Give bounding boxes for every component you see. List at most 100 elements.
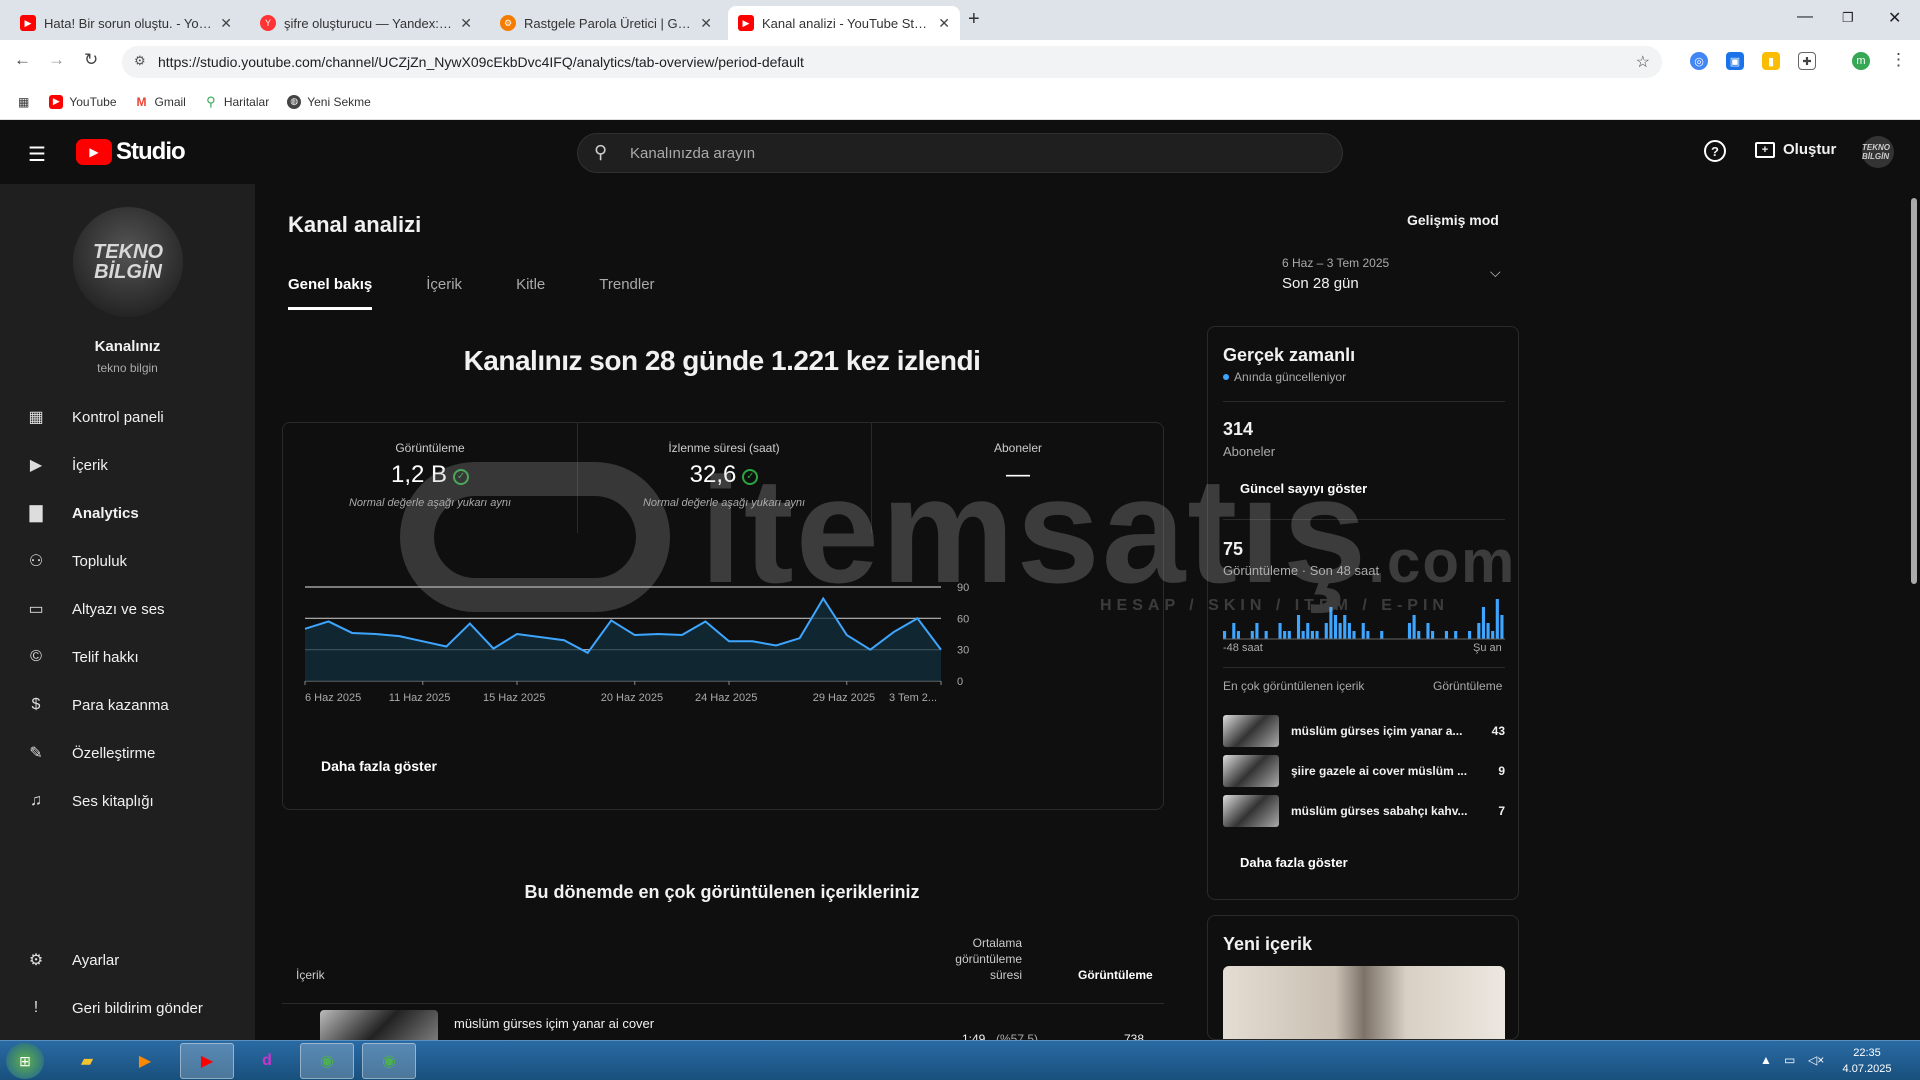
realtime-subscribers-label: Aboneler xyxy=(1223,444,1276,459)
sidebar-item-dashboard[interactable]: ▦ Kontrol paneli xyxy=(0,395,255,439)
sidebar-item-feedback[interactable]: ! Geri bildirim gönder xyxy=(0,986,255,1030)
metric-note: Normal değerle aşağı yukarı aynı xyxy=(348,497,512,509)
bookmark-youtube[interactable]: ▶ YouTube xyxy=(49,94,117,109)
menu-kebab-icon[interactable]: ⋮ xyxy=(1890,50,1907,70)
tab-trends[interactable]: Trendler xyxy=(599,276,654,310)
show-more-button[interactable]: Daha fazla göster xyxy=(321,758,437,774)
minimize-icon[interactable]: — xyxy=(1797,8,1813,26)
sidebar-item-settings[interactable]: ⚙ Ayarlar xyxy=(0,938,255,982)
realtime-views-label: Görüntüleme · Son 48 saat xyxy=(1223,563,1380,578)
realtime-bar xyxy=(1380,631,1384,639)
channel-avatar[interactable]: TEKNO BİLGİN xyxy=(73,207,183,317)
table-row[interactable]: 1 müslüm gürses içim yanar ai cover 1:49… xyxy=(282,1003,1164,1052)
site-settings-icon[interactable]: ⚙ xyxy=(134,53,146,69)
sidebar-item-customization[interactable]: ✎ Özelleştirme xyxy=(0,731,255,775)
y-tick-label: 0 xyxy=(957,676,963,688)
account-avatar[interactable]: TEKNO BİLGİN xyxy=(1862,136,1894,168)
tab-overview[interactable]: Genel bakış xyxy=(288,276,373,310)
bookmark-star-icon[interactable]: ☆ xyxy=(1636,52,1650,72)
start-button-icon[interactable]: ⊞ xyxy=(6,1043,44,1079)
sidebar-item-analytics[interactable]: ▇ Analytics xyxy=(0,491,255,535)
sidebar-item-community[interactable]: ⚇ Topluluk xyxy=(0,539,255,583)
profile-avatar[interactable]: m xyxy=(1852,52,1870,70)
new-content-thumbnail[interactable] xyxy=(1223,966,1505,1039)
restore-icon[interactable]: ❐ xyxy=(1842,10,1854,26)
sidebar-item-content[interactable]: ▶ İçerik xyxy=(0,443,255,487)
sidebar-item-monetization[interactable]: $ Para kazanma xyxy=(0,683,255,727)
studio-logo[interactable]: ▶ Studio xyxy=(76,138,186,166)
help-icon[interactable]: ? xyxy=(1704,140,1726,162)
dashboard-icon: ▦ xyxy=(28,409,44,426)
bookmark-new-tab[interactable]: ◍ Yeni Sekme xyxy=(287,94,371,109)
browser-tabstrip: ▶ Hata! Bir sorun oluştu. - YouTube ✕ Y … xyxy=(0,0,1920,40)
tab-content[interactable]: İçerik xyxy=(426,276,462,310)
yandex-icon: Y xyxy=(260,15,276,31)
list-item[interactable]: şiire gazele ai cover müslüm ... 9 xyxy=(1223,753,1505,789)
forward-icon[interactable]: → xyxy=(48,50,65,70)
sidebar-item-subtitles[interactable]: ▭ Altyazı ve ses xyxy=(0,587,255,631)
row-title[interactable]: müslüm gürses içim yanar ai cover xyxy=(454,1016,654,1031)
volume-muted-icon[interactable]: ◁× xyxy=(1808,1053,1824,1067)
create-button[interactable]: + Oluştur xyxy=(1755,141,1836,158)
video-thumbnail xyxy=(1223,755,1279,787)
chrome-icon[interactable]: ◉ xyxy=(362,1043,416,1079)
file-explorer-icon[interactable]: ▰ xyxy=(60,1043,114,1079)
network-icon[interactable]: ▭ xyxy=(1784,1053,1795,1067)
extension-icon[interactable]: ◎ xyxy=(1690,52,1708,70)
extension-icon[interactable]: ▮ xyxy=(1762,52,1780,70)
media-player-icon[interactable]: ▶ xyxy=(118,1043,172,1079)
apps-grid-icon[interactable]: ▦ xyxy=(18,95,29,109)
divider xyxy=(1223,401,1505,402)
top-content-header: En çok görüntülenen içerik xyxy=(1223,679,1365,693)
realtime-bar xyxy=(1343,615,1347,639)
back-icon[interactable]: ← xyxy=(14,50,31,70)
browser-tab-3[interactable]: ⚙ Rastgele Parola Üretici | Güçlü P ✕ xyxy=(490,6,722,40)
metric-subscribers[interactable]: Aboneler — xyxy=(871,423,1165,533)
extension-icon[interactable]: ▣ xyxy=(1726,52,1744,70)
close-window-icon[interactable]: ✕ xyxy=(1888,8,1901,28)
close-tab-icon[interactable]: ✕ xyxy=(700,15,712,32)
realtime-bar xyxy=(1306,623,1310,639)
sidebar-item-audio-library[interactable]: ♫ Ses kitaplığı xyxy=(0,779,255,823)
app-icon[interactable]: d xyxy=(240,1043,294,1079)
metric-watch-time[interactable]: İzlenme süresi (saat) 32,6 ✓ Normal değer… xyxy=(577,423,871,533)
browser-tab-4-active[interactable]: ▶ Kanal analizi - YouTube Studio ✕ xyxy=(728,6,960,40)
date-range-picker[interactable]: 6 Haz – 3 Tem 2025 Son 28 gün ⌵ xyxy=(1282,256,1501,292)
address-bar[interactable]: ⚙ https://studio.youtube.com/channel/UCZ… xyxy=(122,46,1662,78)
show-current-count-button[interactable]: Güncel sayıyı göster xyxy=(1240,481,1367,496)
bookmark-gmail[interactable]: M Gmail xyxy=(134,94,186,109)
reload-icon[interactable]: ↻ xyxy=(84,50,98,70)
sidebar-item-copyright[interactable]: © Telif hakkı xyxy=(0,635,255,679)
new-tab-icon[interactable]: + xyxy=(968,8,980,31)
advanced-mode-button[interactable]: Gelişmiş mod xyxy=(1407,212,1499,228)
system-clock[interactable]: 22:35 4.07.2025 xyxy=(1832,1045,1902,1077)
page-scrollbar[interactable] xyxy=(1908,190,1920,1040)
close-tab-icon[interactable]: ✕ xyxy=(938,15,950,32)
content-icon: ▶ xyxy=(29,457,43,474)
realtime-bar xyxy=(1301,631,1305,639)
channel-search-input[interactable]: ⚲ Kanalınızda arayın xyxy=(577,133,1343,173)
tray-expand-icon[interactable]: ▲ xyxy=(1760,1053,1772,1067)
extensions-puzzle-icon[interactable]: ✚ xyxy=(1798,52,1816,70)
bookmark-maps[interactable]: ⚲ Haritalar xyxy=(203,94,269,109)
realtime-bar xyxy=(1296,615,1301,639)
youtube-app-icon[interactable]: ▶ xyxy=(180,1043,234,1079)
scrollbar-thumb[interactable] xyxy=(1911,198,1917,584)
close-tab-icon[interactable]: ✕ xyxy=(460,15,472,32)
tab-audience[interactable]: Kitle xyxy=(516,276,545,310)
list-item[interactable]: müslüm gürses içim yanar a... 43 xyxy=(1223,713,1505,749)
column-header-views[interactable]: Görüntüleme xyxy=(1078,968,1153,982)
divider xyxy=(1223,667,1505,668)
create-video-icon: + xyxy=(1755,141,1775,158)
realtime-bar xyxy=(1454,631,1458,639)
browser-tab-1[interactable]: ▶ Hata! Bir sorun oluştu. - YouTube ✕ xyxy=(10,6,242,40)
browser-tab-2[interactable]: Y şifre oluşturucu — Yandex: 17 b ✕ xyxy=(250,6,482,40)
chrome-icon[interactable]: ◉ xyxy=(300,1043,354,1079)
hamburger-menu-icon[interactable]: ☰ xyxy=(28,142,46,167)
show-more-button[interactable]: Daha fazla göster xyxy=(1240,855,1348,870)
close-tab-icon[interactable]: ✕ xyxy=(220,15,232,32)
axis-start-label: -48 saat xyxy=(1223,642,1263,654)
list-item[interactable]: müslüm gürses sabahçı kahv... 7 xyxy=(1223,793,1505,829)
metric-views[interactable]: Görüntüleme 1,2 B ✓ Normal değerle aşağı … xyxy=(283,423,577,533)
column-header-avg-duration[interactable]: Ortalama görüntüleme süresi xyxy=(922,935,1022,983)
